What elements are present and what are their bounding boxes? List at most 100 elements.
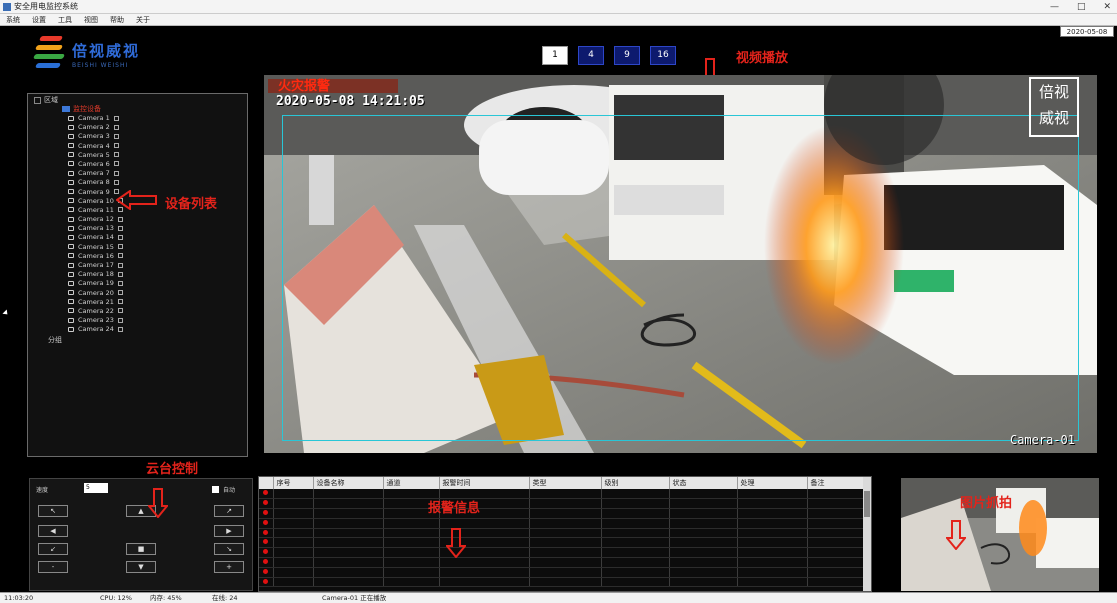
menu-view[interactable]: 视图 [84,14,98,25]
column-header[interactable]: 通道 [383,477,440,489]
speed-input[interactable]: 5 [84,483,108,493]
camera-checkbox[interactable] [113,115,119,121]
camera-item[interactable]: Camera 22 [68,307,241,316]
camera-item[interactable]: Camera 17 [68,261,241,270]
camera-item[interactable]: Camera 13 [68,224,241,233]
maximize-icon[interactable]: □ [1077,0,1086,14]
camera-item[interactable]: Camera 20 [68,289,241,298]
ptz-down-button[interactable]: ▼ [126,561,156,573]
video-player[interactable]: 2020-05-08 14:21:05 Camera-01 倍视 威视 火灾报警 [264,75,1097,453]
camera-item[interactable]: Camera 23 [68,316,241,325]
menu-system[interactable]: 系统 [6,14,20,25]
tab-split-16[interactable]: 16 [650,46,676,65]
column-header[interactable] [259,477,274,489]
table-cell [737,489,808,500]
table-cell [313,489,384,500]
camera-checkbox[interactable] [117,299,123,305]
camera-checkbox[interactable] [117,225,123,231]
camera-item[interactable]: Camera 24 [68,325,241,334]
camera-checkbox[interactable] [117,253,123,259]
camera-checkbox[interactable] [113,124,119,130]
camera-checkbox[interactable] [113,170,119,176]
camera-item[interactable]: Camera 7 [68,169,241,178]
speed-label: 速度 [36,487,49,494]
camera-checkbox[interactable] [117,262,123,268]
table-row[interactable] [259,567,871,578]
menu-about[interactable]: 关于 [136,14,150,25]
table-row[interactable] [259,547,871,559]
camera-checkbox[interactable] [117,326,123,332]
camera-checkbox[interactable] [117,308,123,314]
camera-checkbox[interactable] [117,216,123,222]
tree-group[interactable]: 监控设备 [62,105,241,114]
camera-item[interactable]: Camera 16 [68,252,241,261]
menu-settings[interactable]: 设置 [32,14,46,25]
camera-item[interactable]: Camera 1 [68,114,241,123]
camera-item[interactable]: Camera 8 [68,178,241,187]
camera-checkbox[interactable] [117,244,123,250]
camera-checkbox[interactable] [117,290,123,296]
tab-split-4[interactable]: 4 [578,46,604,65]
table-row[interactable] [259,528,871,539]
camera-checkbox[interactable] [113,152,119,158]
camera-item[interactable]: Camera 18 [68,270,241,279]
camera-item[interactable]: Camera 15 [68,243,241,252]
ptz-left-button[interactable]: ◀ [38,525,68,537]
auto-checkbox[interactable] [212,486,219,493]
column-header[interactable]: 级别 [601,477,670,489]
camera-checkbox[interactable] [113,179,119,185]
camera-checkbox[interactable] [113,133,119,139]
camera-item[interactable]: Camera 21 [68,298,241,307]
table-row[interactable] [259,537,871,549]
table-row[interactable] [259,518,871,529]
table-cell [669,567,738,578]
column-header[interactable]: 状态 [669,477,738,489]
tab-split-9[interactable]: 9 [614,46,640,65]
zoom-out-button[interactable]: - [38,561,68,573]
status-memory: 内存: 45% [150,594,182,602]
column-header[interactable]: 设备名称 [313,477,384,489]
camera-checkbox[interactable] [113,161,119,167]
camera-item[interactable]: Camera 19 [68,279,241,288]
column-header[interactable]: 序号 [273,477,314,489]
camera-checkbox[interactable] [117,271,123,277]
camera-checkbox[interactable] [117,280,123,286]
menu-help[interactable]: 帮助 [110,14,124,25]
ptz-stop-button[interactable]: ■ [126,543,156,555]
table-row[interactable] [259,557,871,568]
expand-icon[interactable] [34,96,41,104]
camera-item[interactable]: Camera 3 [68,132,241,141]
ptz-down-right-button[interactable]: ↘ [214,543,244,555]
ptz-right-button[interactable]: ▶ [214,525,244,537]
table-row[interactable] [259,489,871,500]
column-header[interactable]: 类型 [529,477,602,489]
camera-checkbox[interactable] [113,143,119,149]
table-cell [737,577,808,588]
camera-item[interactable]: Camera 4 [68,142,241,151]
table-row[interactable] [259,508,871,519]
menu-tools[interactable]: 工具 [58,14,72,25]
column-header[interactable]: 报警时间 [439,477,530,489]
camera-checkbox[interactable] [117,234,123,240]
minimize-icon[interactable]: — [1050,0,1059,14]
scroll-thumb[interactable] [864,491,870,517]
alarm-scrollbar[interactable] [863,477,871,591]
column-header[interactable]: 备注 [807,477,871,489]
camera-item[interactable]: Camera 14 [68,233,241,242]
camera-item[interactable]: Camera 2 [68,123,241,132]
camera-checkbox[interactable] [117,317,123,323]
table-row[interactable] [259,577,871,588]
ptz-up-right-button[interactable]: ↗ [214,505,244,517]
camera-item[interactable]: Camera 5 [68,151,241,160]
column-header[interactable]: 处理 [737,477,808,489]
ptz-up-left-button[interactable]: ↖ [38,505,68,517]
table-row[interactable] [259,498,871,510]
tab-split-1[interactable]: 1 [542,46,568,65]
tree-root[interactable]: 区域 [34,96,241,105]
close-icon[interactable]: ✕ [1103,0,1111,14]
camera-item[interactable]: Camera 12 [68,215,241,224]
tree-footer[interactable]: 分组 [48,335,241,345]
zoom-in-button[interactable]: + [214,561,244,573]
camera-item[interactable]: Camera 6 [68,160,241,169]
ptz-down-left-button[interactable]: ↙ [38,543,68,555]
